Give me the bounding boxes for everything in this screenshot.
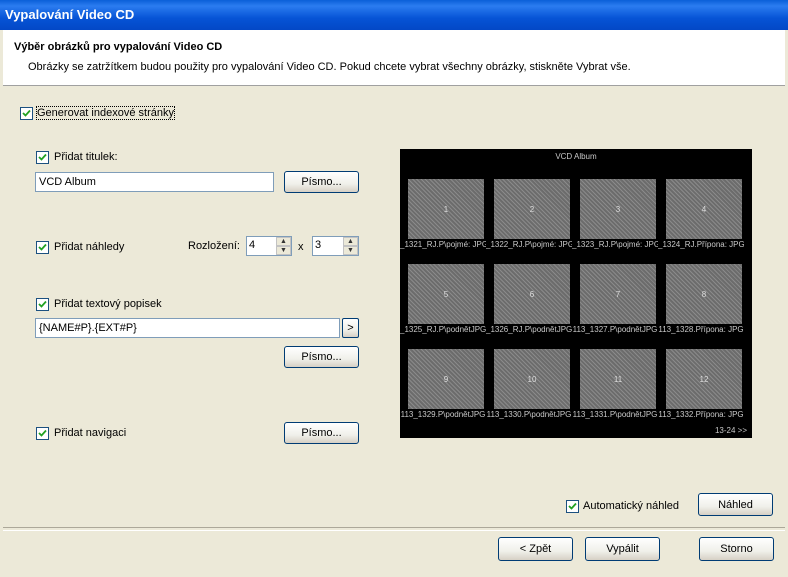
preview-navigation: 13-24 >> bbox=[714, 426, 747, 435]
index-page-preview: VCD Album 1 _1321_RJ.P\pojmé: JPG 2 _1322_R… bbox=[400, 149, 752, 438]
title-font-button[interactable]: Písmo... bbox=[284, 171, 359, 193]
page-subtitle: Obrázky se zatržítkem budou použity pro … bbox=[28, 61, 631, 73]
auto-preview-label: Automatický náhled bbox=[583, 500, 679, 512]
thumbnail-caption: _1325_RJ.P\podnětJPG bbox=[400, 325, 486, 334]
thumbnail-number: 7 bbox=[615, 289, 621, 299]
preview-thumbnail: 12 bbox=[666, 349, 742, 409]
checkmark-icon bbox=[38, 243, 47, 251]
rows-stepper[interactable]: 3 ▲ ▼ bbox=[312, 236, 359, 256]
preview-thumbnail: 7 bbox=[580, 264, 656, 324]
preview-thumbnail: 3 bbox=[580, 179, 656, 239]
thumbnail-number: 4 bbox=[701, 204, 707, 214]
add-thumbnails-label: Přidat náhledy bbox=[54, 241, 125, 253]
caption-font-button[interactable]: Písmo... bbox=[284, 346, 359, 368]
thumbnail-number: 11 bbox=[613, 374, 623, 384]
thumbnail-number: 6 bbox=[529, 289, 535, 299]
checkmark-icon bbox=[22, 109, 31, 117]
rows-value: 3 bbox=[315, 239, 322, 251]
spin-up-icon[interactable]: ▲ bbox=[276, 237, 291, 246]
preview-thumbnail: 10 bbox=[494, 349, 570, 409]
thumbnail-caption: 113_1330.P\podnětJPG bbox=[486, 410, 572, 419]
generate-index-label[interactable]: Generovat indexové stránky bbox=[36, 106, 175, 120]
cancel-button[interactable]: Storno bbox=[699, 537, 774, 561]
add-caption-label: Přidat textový popisek bbox=[54, 298, 162, 310]
add-thumbnails-checkbox[interactable] bbox=[36, 241, 49, 254]
thumbnail-number: 1 bbox=[443, 204, 449, 214]
thumbnail-caption: 113_1331.P\podnětJPG bbox=[572, 410, 658, 419]
thumbnail-caption: 113_1329.P\podnětJPG bbox=[400, 410, 486, 419]
thumbnail-number: 9 bbox=[443, 374, 449, 384]
burn-button[interactable]: Vypálit bbox=[585, 537, 660, 561]
thumbnail-number: 3 bbox=[615, 204, 621, 214]
add-caption-checkbox[interactable] bbox=[36, 298, 49, 311]
checkmark-icon bbox=[38, 153, 47, 161]
wizard-header: Výběr obrázků pro vypalování Video CD Ob… bbox=[3, 30, 785, 86]
preview-thumbnail: 4 bbox=[666, 179, 742, 239]
add-title-label: Přidat titulek: bbox=[54, 151, 118, 163]
columns-value: 4 bbox=[249, 239, 256, 251]
thumbnail-caption: _1326_RJ.P\podnětJPG bbox=[486, 325, 572, 334]
thumbnail-caption: _1324_RJ.Přípona: JPG bbox=[658, 240, 744, 249]
checkmark-icon bbox=[38, 429, 47, 437]
thumbnail-caption: 113_1332.Přípona: JPG bbox=[658, 410, 744, 419]
page-title: Výběr obrázků pro vypalování Video CD bbox=[14, 41, 223, 53]
auto-preview-checkbox[interactable] bbox=[566, 500, 579, 513]
spin-down-icon[interactable]: ▼ bbox=[343, 246, 358, 255]
thumbnail-number: 8 bbox=[701, 289, 707, 299]
add-navigation-checkbox[interactable] bbox=[36, 427, 49, 440]
spin-down-icon[interactable]: ▼ bbox=[276, 246, 291, 255]
preview-thumbnail: 6 bbox=[494, 264, 570, 324]
thumbnail-caption: 113_1328.Přípona: JPG bbox=[658, 325, 744, 334]
navigation-font-button[interactable]: Písmo... bbox=[284, 422, 359, 444]
add-title-checkbox[interactable] bbox=[36, 151, 49, 164]
preview-thumbnail: 1 bbox=[408, 179, 484, 239]
checkmark-icon bbox=[38, 300, 47, 308]
checkmark-icon bbox=[568, 502, 577, 510]
preview-thumbnail: 11 bbox=[580, 349, 656, 409]
preview-thumbnail: 5 bbox=[408, 264, 484, 324]
columns-stepper[interactable]: 4 ▲ ▼ bbox=[246, 236, 292, 256]
preview-thumbnail: 9 bbox=[408, 349, 484, 409]
preview-title: VCD Album bbox=[555, 152, 597, 161]
separator bbox=[3, 527, 785, 531]
back-button[interactable]: < Zpět bbox=[498, 537, 573, 561]
thumbnail-number: 12 bbox=[699, 374, 709, 384]
add-navigation-label: Přidat navigaci bbox=[54, 427, 127, 439]
preview-thumbnail: 8 bbox=[666, 264, 742, 324]
thumbnail-caption: _1322_RJ.P\pojmé: JPG bbox=[486, 240, 572, 249]
generate-index-checkbox[interactable] bbox=[20, 107, 33, 120]
thumbnail-caption: _1321_RJ.P\pojmé: JPG bbox=[400, 240, 486, 249]
layout-times-sign: x bbox=[298, 241, 304, 253]
thumbnail-number: 10 bbox=[527, 374, 537, 384]
thumbnail-number: 2 bbox=[529, 204, 535, 214]
title-input[interactable]: VCD Album bbox=[35, 172, 274, 192]
preview-thumbnail: 2 bbox=[494, 179, 570, 239]
layout-label: Rozložení: bbox=[188, 240, 240, 252]
window-title: Vypalování Video CD bbox=[5, 7, 135, 22]
caption-insert-button[interactable]: > bbox=[342, 318, 359, 338]
preview-button[interactable]: Náhled bbox=[698, 493, 773, 516]
spin-up-icon[interactable]: ▲ bbox=[343, 237, 358, 246]
thumbnail-number: 5 bbox=[443, 289, 449, 299]
thumbnail-caption: _1323_RJ.P\pojmé: JPG bbox=[572, 240, 658, 249]
caption-input[interactable]: {NAME#P}.{EXT#P} bbox=[35, 318, 340, 338]
thumbnail-caption: 113_1327.P\podnětJPG bbox=[572, 325, 658, 334]
window-title-bar[interactable]: Vypalování Video CD bbox=[0, 0, 788, 30]
